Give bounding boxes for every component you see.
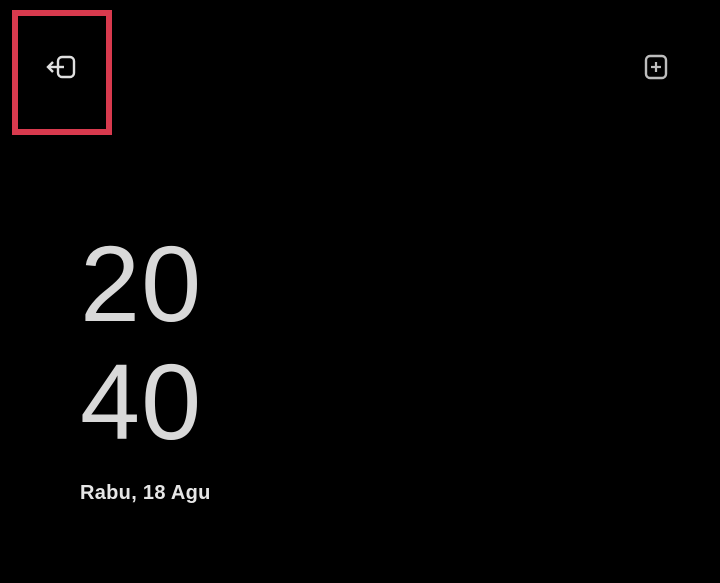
clock-minute: 40: [80, 341, 203, 462]
exit-icon: [44, 49, 80, 85]
date-label: Rabu, 18 Agu: [80, 482, 211, 504]
lock-screen: 20 40 Rabu, 18 Agu: [0, 0, 720, 583]
clock-hour: 20: [80, 223, 203, 344]
lock-screen-button[interactable]: [634, 45, 678, 89]
clock: 20 40: [80, 225, 202, 461]
lock-screen-icon: [638, 49, 674, 85]
exit-button[interactable]: [40, 45, 84, 89]
